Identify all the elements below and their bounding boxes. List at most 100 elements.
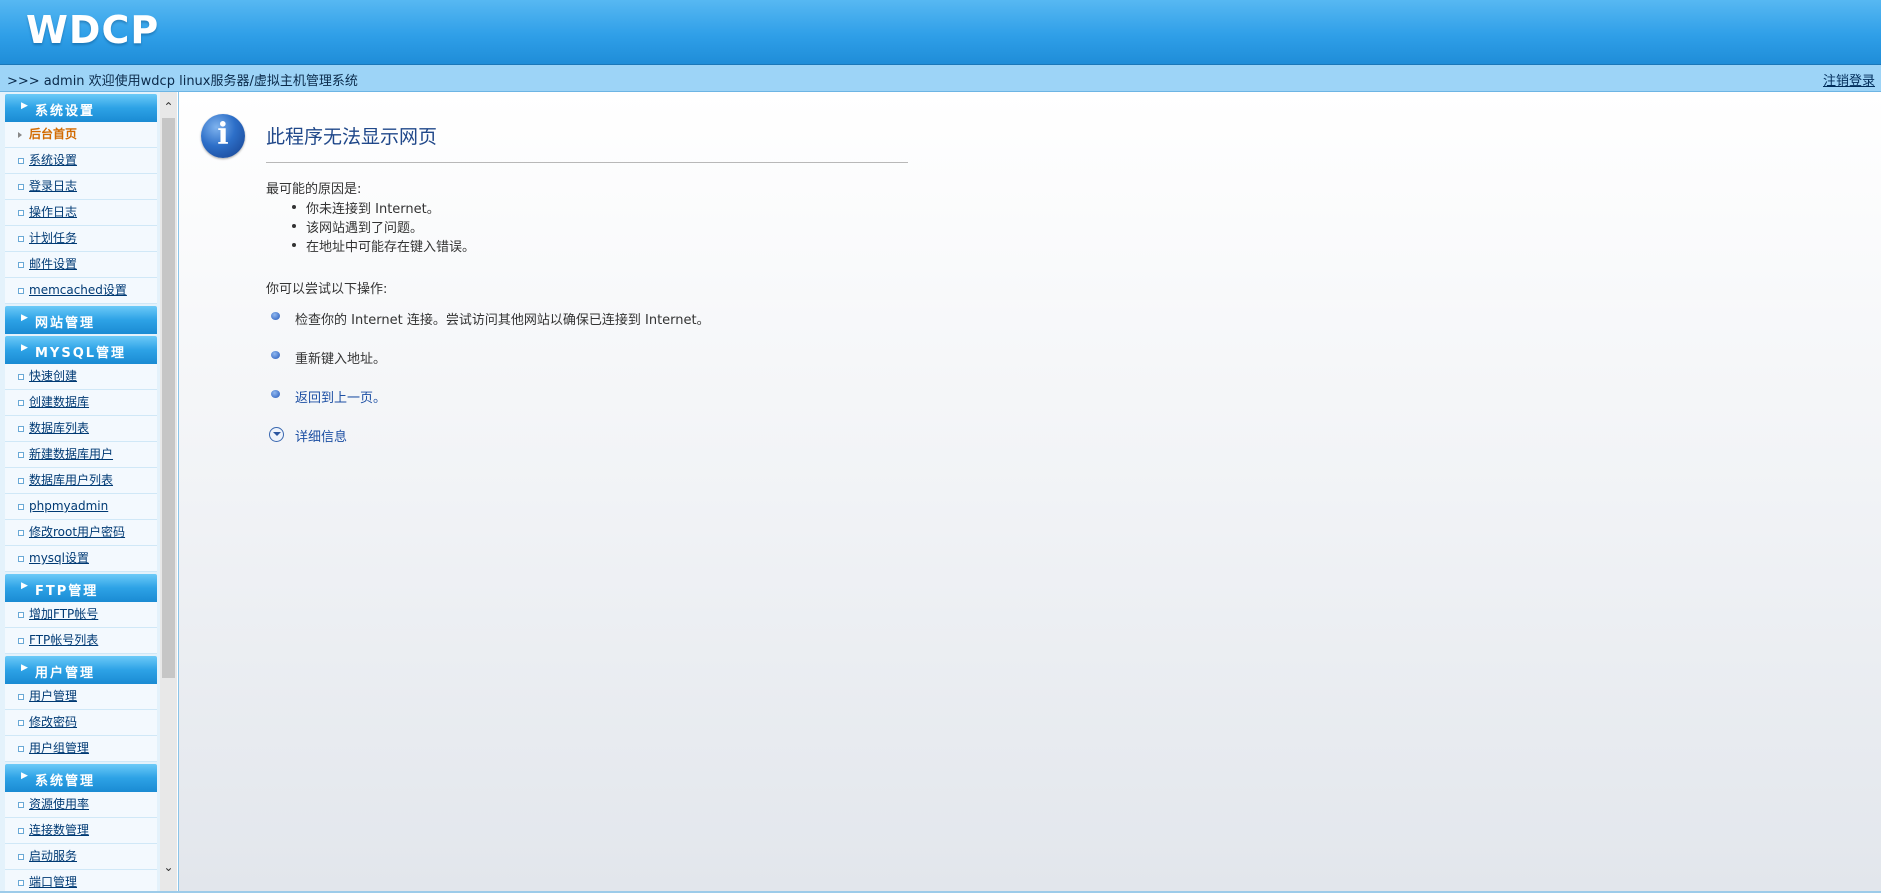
- sidebar-section-title: FTP管理: [35, 584, 99, 599]
- sidebar-item[interactable]: phpmyadmin: [5, 494, 157, 520]
- sidebar-item-label[interactable]: 新建数据库用户: [29, 447, 113, 461]
- bullet-icon: [18, 236, 24, 242]
- bullet-icon: [292, 243, 296, 247]
- sidebar-item-label[interactable]: 用户管理: [29, 689, 77, 703]
- sidebar-item-label[interactable]: 邮件设置: [29, 257, 77, 271]
- sidebar-item[interactable]: memcached设置: [5, 278, 157, 304]
- sidebar-item-label[interactable]: 系统设置: [29, 153, 77, 167]
- sidebar-item[interactable]: 修改root用户密码: [5, 520, 157, 546]
- bullet-icon: [18, 828, 24, 834]
- triangle-right-icon: ▶: [21, 101, 28, 111]
- bullet-icon: [18, 452, 24, 458]
- sidebar-item-label[interactable]: 登录日志: [29, 179, 77, 193]
- chevron-up-icon[interactable]: ⌃: [160, 98, 177, 116]
- sidebar-item[interactable]: mysql设置: [5, 546, 157, 572]
- bullet-icon: [18, 880, 24, 886]
- sidebar-item[interactable]: FTP帐号列表: [5, 628, 157, 654]
- main-content: i 此程序无法显示网页 最可能的原因是: 你未连接到 Internet。 该网站…: [178, 92, 1881, 893]
- sidebar-section-title: 系统设置: [35, 104, 96, 119]
- sidebar-item-label[interactable]: 操作日志: [29, 205, 77, 219]
- sidebar-item-label[interactable]: 启动服务: [29, 849, 77, 863]
- sidebar-item-label[interactable]: FTP帐号列表: [29, 633, 98, 647]
- bullet-icon: [18, 802, 24, 808]
- bullet-icon: [18, 288, 24, 294]
- reason-item: 该网站遇到了问题。: [266, 217, 475, 236]
- sidebar-item[interactable]: 增加FTP帐号: [5, 602, 157, 628]
- sidebar-item[interactable]: 连接数管理: [5, 818, 157, 844]
- blue-bullet-icon: [271, 312, 280, 320]
- logout-link[interactable]: 注销登录: [1823, 70, 1875, 89]
- sidebar-item[interactable]: 创建数据库: [5, 390, 157, 416]
- bullet-icon: [18, 694, 24, 700]
- details-link[interactable]: 详细信息: [295, 426, 347, 445]
- sidebar-item-label[interactable]: mysql设置: [29, 551, 89, 565]
- sidebar-item[interactable]: 修改密码: [5, 710, 157, 736]
- sidebar-section-title: 系统管理: [35, 774, 96, 789]
- sidebar-item-label[interactable]: 端口管理: [29, 875, 77, 889]
- sidebar-section-header[interactable]: ▶ 系统管理: [5, 764, 157, 792]
- sidebar-scrollbar[interactable]: ⌃ ⌄: [160, 92, 177, 893]
- try-heading: 你可以尝试以下操作:: [266, 282, 388, 297]
- bullet-icon: [18, 638, 24, 644]
- sidebar-item-label[interactable]: 增加FTP帐号: [29, 607, 98, 621]
- sidebar-item[interactable]: 计划任务: [5, 226, 157, 252]
- sidebar-item-label[interactable]: memcached设置: [29, 283, 127, 297]
- sidebar-section-header[interactable]: ▶ MYSQL管理: [5, 336, 157, 364]
- sidebar-item-label[interactable]: 数据库列表: [29, 421, 89, 435]
- sidebar-item[interactable]: 端口管理: [5, 870, 157, 893]
- sidebar-item[interactable]: 新建数据库用户: [5, 442, 157, 468]
- sidebar-item[interactable]: 操作日志: [5, 200, 157, 226]
- sidebar-item-label[interactable]: 创建数据库: [29, 395, 89, 409]
- sidebar-section-title: MYSQL管理: [35, 346, 127, 361]
- bullet-icon: [18, 530, 24, 536]
- sidebar-item[interactable]: 用户管理: [5, 684, 157, 710]
- reason-list: 你未连接到 Internet。 该网站遇到了问题。 在地址中可能存在键入错误。: [266, 198, 475, 255]
- chevron-down-icon[interactable]: ⌄: [160, 858, 177, 876]
- sidebar-item[interactable]: 启动服务: [5, 844, 157, 870]
- go-back-link[interactable]: 返回到上一页。: [295, 387, 386, 406]
- sidebar-section-header[interactable]: ▶ FTP管理: [5, 574, 157, 602]
- sidebar-item[interactable]: 系统设置: [5, 148, 157, 174]
- reason-item: 在地址中可能存在键入错误。: [266, 236, 475, 255]
- sidebar-item[interactable]: 数据库列表: [5, 416, 157, 442]
- sidebar-item-label[interactable]: 修改root用户密码: [29, 525, 125, 539]
- triangle-right-icon: ▶: [21, 343, 28, 353]
- triangle-right-icon: ▶: [21, 581, 28, 591]
- bullet-icon: [18, 504, 24, 510]
- bullet-icon: [18, 210, 24, 216]
- divider: [266, 162, 908, 163]
- bullet-icon: [18, 426, 24, 432]
- blue-bullet-icon: [271, 351, 280, 359]
- bullet-icon: [292, 224, 296, 228]
- sidebar-section-header[interactable]: ▶ 网站管理: [5, 306, 157, 334]
- sidebar-item[interactable]: 用户组管理: [5, 736, 157, 762]
- sidebar-item-label[interactable]: 修改密码: [29, 715, 77, 729]
- reason-heading: 最可能的原因是:: [266, 182, 362, 197]
- sidebar-item-label[interactable]: phpmyadmin: [29, 499, 108, 513]
- sidebar-item[interactable]: 邮件设置: [5, 252, 157, 278]
- bullet-icon: [18, 158, 24, 164]
- sidebar-item[interactable]: 快速创建: [5, 364, 157, 390]
- welcome-text: >>> admin 欢迎使用wdcp linux服务器/虚拟主机管理系统: [7, 74, 358, 89]
- sidebar-item-label[interactable]: 快速创建: [29, 369, 77, 383]
- sidebar-section-header[interactable]: ▶ 系统设置: [5, 94, 157, 122]
- sidebar-item-label[interactable]: 用户组管理: [29, 741, 89, 755]
- scroll-thumb[interactable]: [162, 118, 175, 678]
- sidebar-item-label[interactable]: 后台首页: [29, 127, 77, 141]
- sidebar-item-label[interactable]: 计划任务: [29, 231, 77, 245]
- sidebar-section-title: 网站管理: [35, 316, 96, 331]
- bullet-icon: [292, 205, 296, 209]
- bullet-icon: [18, 184, 24, 190]
- triangle-right-icon: ▶: [21, 771, 28, 781]
- welcome-bar: >>> admin 欢迎使用wdcp linux服务器/虚拟主机管理系统 注销登…: [0, 65, 1881, 92]
- sidebar-item[interactable]: 资源使用率: [5, 792, 157, 818]
- sidebar-item-label[interactable]: 连接数管理: [29, 823, 89, 837]
- sidebar-item[interactable]: 后台首页: [5, 122, 157, 148]
- chevron-down-circle-icon[interactable]: [269, 427, 284, 442]
- sidebar-section-header[interactable]: ▶ 用户管理: [5, 656, 157, 684]
- sidebar-item-label[interactable]: 数据库用户列表: [29, 473, 113, 487]
- sidebar-item[interactable]: 登录日志: [5, 174, 157, 200]
- sidebar-menu: ▶ 系统设置 后台首页 系统设置 登录日志 操作日志 计划任务 邮件设置 memcached设置…: [5, 92, 157, 893]
- sidebar-item-label[interactable]: 资源使用率: [29, 797, 89, 811]
- sidebar-item[interactable]: 数据库用户列表: [5, 468, 157, 494]
